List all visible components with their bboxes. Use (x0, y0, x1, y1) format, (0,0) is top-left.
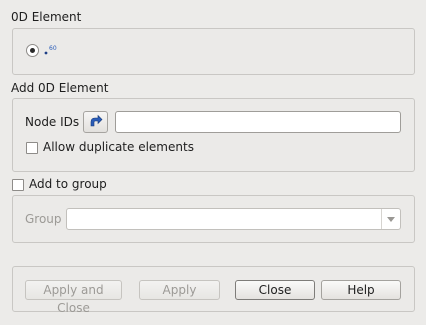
button-bar-frame: Apply and Close Apply Close Help (12, 266, 415, 315)
group-combobox[interactable] (66, 208, 401, 230)
apply-button[interactable]: Apply (139, 280, 220, 300)
element-type-frame: 60 (12, 28, 415, 75)
element-type-radio[interactable] (26, 44, 39, 57)
help-button[interactable]: Help (321, 280, 401, 300)
allow-duplicates-checkbox[interactable] (26, 142, 38, 154)
chevron-down-icon[interactable] (381, 209, 400, 229)
add-to-group-label: Add to group (29, 177, 107, 191)
allow-duplicates-label: Allow duplicate elements (43, 140, 194, 154)
node-selection-button[interactable] (83, 111, 108, 133)
add-section-title: Add 0D Element (11, 81, 109, 95)
apply-and-close-button[interactable]: Apply and Close (25, 280, 122, 315)
svg-text:60: 60 (49, 45, 57, 52)
group-frame: Group (12, 195, 415, 243)
group-label: Group (25, 212, 62, 226)
close-button[interactable]: Close (235, 280, 315, 300)
node-ids-input[interactable] (115, 111, 401, 133)
element-type-title: 0D Element (11, 10, 82, 24)
add-section-frame: Node IDs Allow duplicate elements (12, 98, 415, 172)
add-to-group-checkbox[interactable] (12, 179, 24, 191)
selection-arrow-icon (90, 114, 103, 127)
node-ids-label: Node IDs (25, 115, 80, 129)
radio-dot (30, 48, 35, 53)
0d-element-icon[interactable]: 60 (43, 42, 59, 58)
